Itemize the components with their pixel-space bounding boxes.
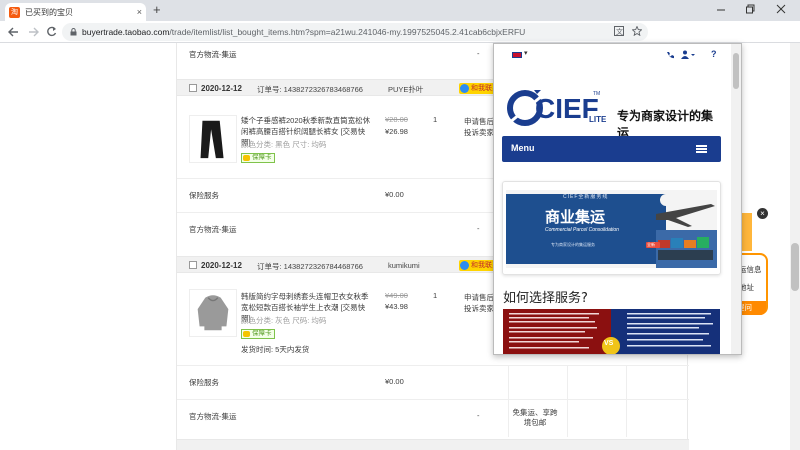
shipping-row: 官方物流-集运 - 免集运、享跨境包邮 [177,399,689,437]
shipping-dash: - [477,411,480,420]
order-number: 订单号: 1438272326783468766 [257,85,363,94]
user-menu-icon[interactable] [681,50,695,59]
shipping-label: 官方物流-集运 [189,412,237,421]
browser-tabstrip: 淘 已买到的宝贝 × + [0,0,800,21]
insurance-label: 保险服务 [189,378,219,387]
shop-name[interactable]: kumikumi [388,261,420,270]
complain-seller-link[interactable]: 投诉卖家 [464,127,494,138]
help-question-icon[interactable]: ? [711,49,717,59]
service-comparison-infographic[interactable] [503,309,720,355]
tab-close-button[interactable]: × [137,7,142,17]
tab-bought-items[interactable]: 淘 已买到的宝贝 × [5,3,146,21]
complain-seller-link[interactable]: 投诉卖家 [464,303,494,314]
banner-badge: 全新 [647,242,655,247]
column-divider [508,365,509,437]
cief-lite-logo: CIEF LITE TM 专为商家设计的集运 [507,87,717,140]
apply-after-sale-link[interactable]: 申请售后 [464,292,494,303]
insurance-row: 保险服务 ¥0.00 [177,365,689,397]
lock-icon[interactable] [70,28,77,36]
translate-icon[interactable]: 文 [614,26,624,36]
popup-scrollbar[interactable] [731,44,741,354]
banner-top-text: CIEF全新服务线 [563,194,609,200]
quantity: 1 [433,115,438,124]
url-host: buyertrade.taobao.com [82,27,170,37]
hamburger-menu-icon[interactable] [696,145,707,153]
shop-name[interactable]: PUYE扑叶 [388,84,423,95]
free-consolidation-note: 免集运、享跨境包邮 [512,408,558,427]
shipping-time: 发货时间: 5天内发货 [241,345,310,354]
paid-price: ¥43.98 [385,302,408,311]
address-bar[interactable]: buyertrade.taobao.com/trade/itemlist/lis… [62,23,648,41]
guarantee-tag: 保障卡 [241,153,275,163]
uk-flag-icon[interactable] [512,52,522,58]
new-tab-button[interactable]: + [153,3,161,17]
shipping-dash: - [477,224,480,233]
banner-card[interactable]: CIEF全新服务线 商业集运 Commercial Parcel Consoli… [502,181,721,275]
apply-after-sale-link[interactable]: 申请售后 [464,116,494,127]
url-path: /trade/itemlist/list_bought_items.htm?sp… [169,27,526,37]
menu-label: Menu [511,143,535,153]
phone-icon[interactable] [666,51,674,59]
reload-icon[interactable] [46,26,57,37]
order-checkbox[interactable] [189,84,197,92]
original-price: ¥28.00 [385,115,408,124]
guarantee-tag: 保障卡 [241,329,275,339]
minimize-icon[interactable] [716,5,726,15]
order-number: 订单号: 1438272326784468766 [257,262,363,271]
banner-english: Commercial Parcel Consolidation [545,227,619,233]
popup-menubar[interactable]: Menu [502,136,721,162]
product-thumbnail-pants[interactable] [189,115,237,163]
language-caret-icon[interactable]: ▾ [524,49,528,57]
banner-title: 商业集运 [545,208,606,226]
banner-subtitle: 专为商家设计的集运服务 [551,242,595,247]
cief-extension-popup: ▾ ? CIEF LITE TM 专为商家设计的集运 Menu CIEF全新服务… [493,43,742,355]
page-scrollbar-thumb[interactable] [791,243,799,291]
logo-trademark: TM [593,91,601,97]
quantity: 1 [433,291,438,300]
product-thumbnail-hoodie[interactable] [189,289,237,337]
taobao-favicon-icon: 淘 [9,6,20,18]
close-window-icon[interactable] [776,4,786,14]
svg-text:文: 文 [616,27,623,36]
column-divider [567,365,568,437]
tab-title: 已买到的宝贝 [25,7,73,17]
popup-topbar: ▾ ? [494,44,732,66]
logo-sub: LITE [589,115,607,124]
restore-icon[interactable] [746,4,756,14]
product-props: 颜色分类: 灰色 尺码: 均码 [241,316,327,325]
page-scrollbar[interactable] [790,43,800,450]
order-header [177,439,689,450]
order-checkbox[interactable] [189,261,197,269]
popup-scrollbar-thumb[interactable] [733,53,739,89]
how-to-choose-heading: 如何选择服务? [503,291,588,306]
paid-price: ¥26.98 [385,127,408,136]
original-price: ¥49.00 [385,291,408,300]
column-divider [626,365,627,437]
help-close-button[interactable]: × [757,208,768,219]
insurance-price: ¥0.00 [385,377,404,386]
insurance-price: ¥0.00 [385,190,404,199]
back-icon[interactable] [8,27,19,37]
browser-toolbar: buyertrade.taobao.com/trade/itemlist/lis… [0,21,800,58]
shipping-label: 官方物流-集运 [189,225,237,234]
order-date: 2020-12-12 [201,84,242,93]
product-props: 颜色分类: 黑色 尺寸: 均码 [241,140,327,149]
top-shipping-label: 官方物流-集运 [189,50,237,59]
order-date: 2020-12-12 [201,261,242,270]
forward-icon[interactable] [28,27,39,37]
help-line-shipping-info[interactable]: 运信息 [739,264,762,275]
top-dash: - [477,49,480,58]
insurance-label: 保险服务 [189,191,219,200]
bookmark-star-icon[interactable] [632,26,642,36]
vs-label: VS [604,340,614,347]
